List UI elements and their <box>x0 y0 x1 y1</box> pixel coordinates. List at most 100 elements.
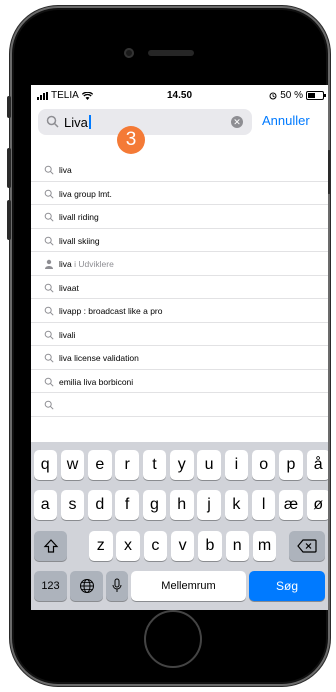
text-cursor <box>88 115 91 129</box>
suggestion-label: liva group lmt. <box>59 188 112 199</box>
key-letter[interactable]: e <box>88 450 112 480</box>
key-letter[interactable]: u <box>197 450 221 480</box>
search-key[interactable]: Søg <box>249 571 325 601</box>
key-letter[interactable]: b <box>198 531 222 561</box>
key-letter[interactable]: i <box>224 450 249 480</box>
search-icon <box>44 330 54 340</box>
key-letter[interactable]: h <box>170 490 194 520</box>
suggestion-item[interactable] <box>31 393 328 417</box>
backspace-key-icon[interactable] <box>289 531 325 561</box>
search-icon <box>44 353 54 363</box>
suggestion-text: liva license validation <box>59 353 139 363</box>
suggestion-text: liva <box>59 165 72 175</box>
key-letter[interactable]: y <box>170 450 194 480</box>
shift-key-icon[interactable] <box>34 531 67 561</box>
search-icon <box>44 212 54 222</box>
suggestion-text: livall skiing <box>59 236 100 246</box>
battery-icon <box>306 91 326 100</box>
key-letter[interactable]: v <box>170 531 195 561</box>
suggestion-item[interactable]: liva license validation <box>31 346 328 370</box>
suggestion-item[interactable]: livall skiing <box>31 229 328 252</box>
key-letter[interactable]: z <box>89 531 113 561</box>
key-letter[interactable]: ø <box>306 490 328 520</box>
keyboard: q w e r t y u i o p å a s d f g h j k l æ ø z x c v b n m 123 Mellemru… <box>31 442 328 610</box>
key-letter[interactable]: f <box>115 490 139 520</box>
suggestion-text: emilia liva borbiconi <box>59 377 133 387</box>
suggestion-label: emilia liva borbiconi <box>59 376 134 387</box>
suggestion-text: livall riding <box>59 212 99 222</box>
step-badge: 3 <box>117 126 145 154</box>
search-icon <box>46 115 59 128</box>
suggestion-item[interactable]: liva <box>31 158 328 182</box>
search-icon <box>44 165 54 175</box>
search-icon <box>44 306 54 316</box>
suggestion-item[interactable]: liva i Udviklere <box>31 252 328 276</box>
key-letter[interactable]: w <box>60 450 85 480</box>
suggestion-text: liva i Udviklere <box>59 259 114 269</box>
suggestion-item[interactable]: liva group lmt. <box>31 182 328 205</box>
battery-percent: 50 % <box>280 90 303 101</box>
suggestion-label: livali <box>59 329 76 340</box>
key-letter[interactable]: k <box>224 490 249 520</box>
suggestion-label: livall riding <box>59 212 99 222</box>
key-letter[interactable]: s <box>60 490 85 520</box>
search-icon <box>44 377 54 387</box>
key-letter[interactable]: å <box>306 450 328 480</box>
suggestion-item[interactable]: livali <box>31 323 328 346</box>
alarm-icon <box>269 92 277 99</box>
clear-icon[interactable]: ✕ <box>231 116 243 128</box>
key-letter[interactable]: g <box>142 490 167 520</box>
key-letter[interactable]: m <box>252 531 277 561</box>
suggestion-label: livaat <box>59 282 79 293</box>
key-letter[interactable]: q <box>33 450 57 480</box>
suggestion-item[interactable]: livall riding <box>31 205 328 229</box>
home-button[interactable] <box>144 610 202 668</box>
front-camera <box>124 48 134 58</box>
key-letter[interactable]: o <box>251 450 276 480</box>
status-bar: TELIA 14.50 50 % <box>31 85 328 105</box>
cancel-button[interactable]: Annuller <box>262 113 310 128</box>
suggestion-label: liva <box>59 165 72 175</box>
suggestion-item[interactable]: livapp : broadcast like a pro <box>31 299 328 323</box>
globe-key-icon[interactable] <box>70 571 103 601</box>
suggestion-text: livapp : broadcast like a pro <box>59 306 162 316</box>
key-letter[interactable]: d <box>88 490 112 520</box>
key-letter[interactable]: a <box>33 490 57 520</box>
search-icon <box>44 189 54 199</box>
key-letter[interactable]: n <box>225 531 249 561</box>
suggestion-category: i Udviklere <box>71 259 114 269</box>
suggestion-text: liva group lmt. <box>59 189 112 199</box>
screen: TELIA 14.50 50 % Liva ✕ Annuller 3 liva … <box>31 85 328 610</box>
search-input[interactable]: Liva <box>64 115 91 130</box>
search-field[interactable]: Liva ✕ <box>38 109 252 135</box>
suggestion-list: liva liva group lmt. livall riding livall s… <box>31 158 328 417</box>
suggestion-item[interactable]: livaat <box>31 276 328 299</box>
suggestion-label: liva license validation <box>59 353 139 363</box>
suggestion-item[interactable]: emilia liva borbiconi <box>31 370 328 393</box>
microphone-key-icon[interactable] <box>106 571 128 601</box>
suggestion-label: livall skiing <box>59 235 100 246</box>
key-letter[interactable]: c <box>143 531 168 561</box>
volume-up-button <box>7 148 11 188</box>
key-letter[interactable]: r <box>115 450 139 480</box>
suggestion-text: livaat <box>59 283 79 293</box>
search-icon <box>44 236 54 246</box>
key-letter[interactable]: l <box>251 490 276 520</box>
suggestion-label: livapp : broadcast like a pro <box>59 306 163 316</box>
key-letter[interactable]: æ <box>279 490 303 520</box>
key-letter[interactable]: j <box>197 490 221 520</box>
person-icon <box>44 259 54 269</box>
key-letter[interactable]: p <box>279 450 303 480</box>
key-letter[interactable]: t <box>142 450 167 480</box>
numbers-key[interactable]: 123 <box>34 571 67 601</box>
suggestion-label: liva <box>59 259 72 269</box>
earpiece-speaker <box>148 50 194 56</box>
space-key[interactable]: Mellemrum <box>131 571 246 601</box>
suggestion-text: livali <box>59 330 76 340</box>
mute-switch <box>7 96 11 118</box>
search-bar: Liva ✕ Annuller <box>31 109 328 137</box>
search-icon <box>44 283 54 293</box>
key-letter[interactable]: x <box>116 531 140 561</box>
volume-down-button <box>7 200 11 240</box>
search-query-text: Liva <box>64 115 88 130</box>
